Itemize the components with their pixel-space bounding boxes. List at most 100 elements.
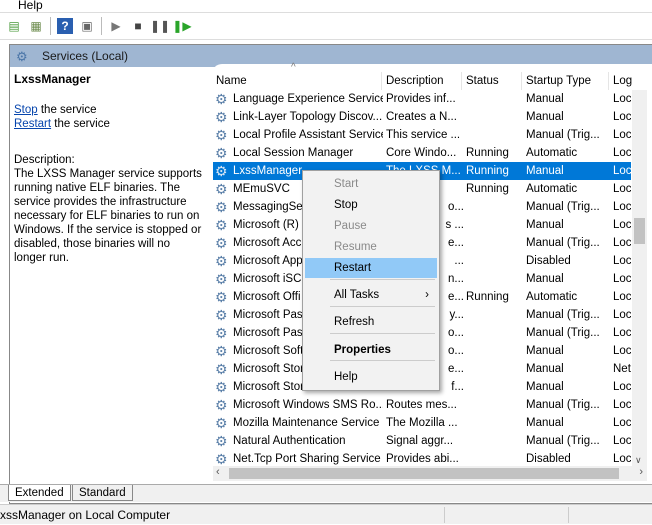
column-header-status[interactable]: Status: [462, 72, 522, 90]
vertical-scrollbar[interactable]: ∨: [632, 90, 647, 466]
vertical-scroll-thumb[interactable]: [634, 218, 645, 244]
service-gear-icon: ⚙: [215, 145, 228, 161]
cell-name: Link-Layer Topology Discov...: [233, 111, 383, 123]
menu-item-help[interactable]: Help: [305, 367, 437, 387]
cell-desc: The Mozilla ...: [386, 417, 458, 429]
cell-startup: Manual (Trig...: [526, 327, 600, 339]
cell-startup: Automatic: [526, 291, 578, 303]
cell-startup: Manual (Trig...: [526, 399, 600, 411]
service-row[interactable]: ⚙ Language Experience Service Provides inf…: [213, 90, 631, 108]
restart-service-link[interactable]: Restart: [14, 118, 51, 130]
service-gear-icon: ⚙: [215, 235, 228, 251]
service-gear-icon: ⚙: [215, 379, 228, 395]
service-gear-icon: ⚙: [215, 361, 228, 377]
view-tabs: Extended Standard: [0, 484, 652, 502]
service-gear-icon: ⚙: [215, 343, 228, 359]
services-gear-icon: ⚙: [16, 49, 28, 64]
cell-log: Loc: [613, 417, 631, 429]
cell-name: Natural Authentication: [233, 435, 346, 447]
play-icon[interactable]: ▶: [108, 18, 124, 34]
cell-startup: Manual: [526, 417, 564, 429]
menu-item-restart[interactable]: Restart: [305, 258, 437, 278]
service-gear-icon: ⚙: [215, 397, 228, 413]
menu-separator: [330, 333, 435, 334]
menu-separator: [330, 279, 435, 280]
cell-log: Loc: [613, 255, 631, 267]
column-header-description[interactable]: Description: [382, 72, 462, 90]
column-log-label: Log: [613, 75, 632, 87]
service-gear-icon: ⚙: [215, 433, 228, 449]
cell-name: Microsoft Windows SMS Ro...: [233, 399, 383, 411]
column-status-label: Status: [466, 75, 499, 87]
help-icon[interactable]: ?: [57, 18, 73, 34]
service-gear-icon: ⚙: [215, 217, 228, 233]
cell-log: Loc: [613, 309, 631, 321]
cell-name: Language Experience Service: [233, 93, 383, 105]
column-header-log-on-as[interactable]: Log: [609, 72, 632, 90]
service-row[interactable]: ⚙ Link-Layer Topology Discov... Creates a …: [213, 108, 631, 126]
resume-icon[interactable]: ❚▶: [172, 18, 191, 34]
scroll-right-icon[interactable]: ›: [639, 466, 643, 478]
cell-log: Loc: [613, 165, 631, 177]
menu-item-label: Restart: [334, 262, 372, 274]
console-icon[interactable]: ▣: [79, 18, 95, 34]
menu-item-all-tasks[interactable]: All Tasks ›: [305, 285, 437, 305]
menu-item-label: Start: [334, 178, 359, 190]
cell-log: Loc: [613, 381, 631, 393]
pause-icon[interactable]: ❚❚: [150, 18, 170, 34]
menu-item-resume: Resume: [305, 237, 437, 257]
cell-log: Loc: [613, 291, 631, 303]
cell-log: Loc: [613, 345, 631, 357]
cell-status: Running: [466, 183, 509, 195]
cell-startup: Manual (Trig...: [526, 435, 600, 447]
menu-help[interactable]: Help: [0, 0, 652, 12]
column-name-label: Name: [216, 75, 247, 87]
tab-standard[interactable]: Standard: [72, 485, 133, 501]
cell-log: Loc: [613, 129, 631, 141]
status-text: xssManager on Local Computer: [0, 508, 171, 522]
scroll-left-icon[interactable]: ‹: [216, 466, 220, 478]
stop-service-link[interactable]: Stop: [14, 104, 38, 116]
menu-item-label: Pause: [334, 220, 367, 232]
cell-log: Loc: [613, 219, 631, 231]
cell-log: Loc: [613, 273, 631, 285]
cell-desc: Creates a N...: [386, 111, 457, 123]
service-details-pane: LxssManager Stop the service Restart the…: [14, 72, 204, 265]
toolbar-separator: [50, 17, 51, 35]
column-header-startup-type[interactable]: Startup Type: [522, 72, 609, 90]
service-gear-icon: ⚙: [215, 181, 228, 197]
horizontal-scrollbar[interactable]: ‹ ›: [213, 466, 647, 481]
menu-item-refresh[interactable]: Refresh: [305, 312, 437, 332]
horizontal-scroll-thumb[interactable]: [229, 468, 619, 479]
export-icon[interactable]: ▤: [6, 18, 22, 34]
cell-startup: Disabled: [526, 255, 571, 267]
cell-log: Loc: [613, 201, 631, 213]
scroll-down-icon[interactable]: ∨: [635, 455, 642, 466]
service-row[interactable]: ⚙ Natural Authentication Signal aggr... Man…: [213, 432, 631, 450]
cell-startup: Manual: [526, 273, 564, 285]
menu-item-stop[interactable]: Stop: [305, 195, 437, 215]
properties-icon[interactable]: ▦: [28, 18, 44, 34]
menu-item-label: Stop: [334, 199, 358, 211]
service-row[interactable]: ⚙ Mozilla Maintenance Service The Mozilla …: [213, 414, 631, 432]
stop-icon[interactable]: ■: [130, 18, 146, 34]
service-row[interactable]: ⚙ Local Profile Assistant Service This ser…: [213, 126, 631, 144]
cell-log: Loc: [613, 399, 631, 411]
service-gear-icon: ⚙: [215, 307, 228, 323]
menu-item-start: Start: [305, 174, 437, 194]
cell-desc: Core Windo...: [386, 147, 457, 159]
service-row[interactable]: ⚙ Microsoft Windows SMS Ro... Routes mes..…: [213, 396, 631, 414]
menu-item-properties[interactable]: Properties: [305, 340, 437, 360]
column-startup-label: Startup Type: [526, 75, 591, 87]
service-gear-icon: ⚙: [215, 127, 228, 143]
service-row[interactable]: ⚙ Local Session Manager Core Windo... Runni…: [213, 144, 631, 162]
cell-startup: Automatic: [526, 147, 578, 159]
cell-desc: This service ...: [386, 129, 461, 141]
cell-startup: Manual: [526, 111, 564, 123]
column-header-name[interactable]: Name: [212, 72, 382, 90]
cell-log: Loc: [613, 327, 631, 339]
tab-extended[interactable]: Extended: [8, 485, 71, 501]
menu-item-label: All Tasks: [334, 289, 380, 301]
cell-startup: Manual: [526, 93, 564, 105]
cell-status: Running: [466, 165, 509, 177]
